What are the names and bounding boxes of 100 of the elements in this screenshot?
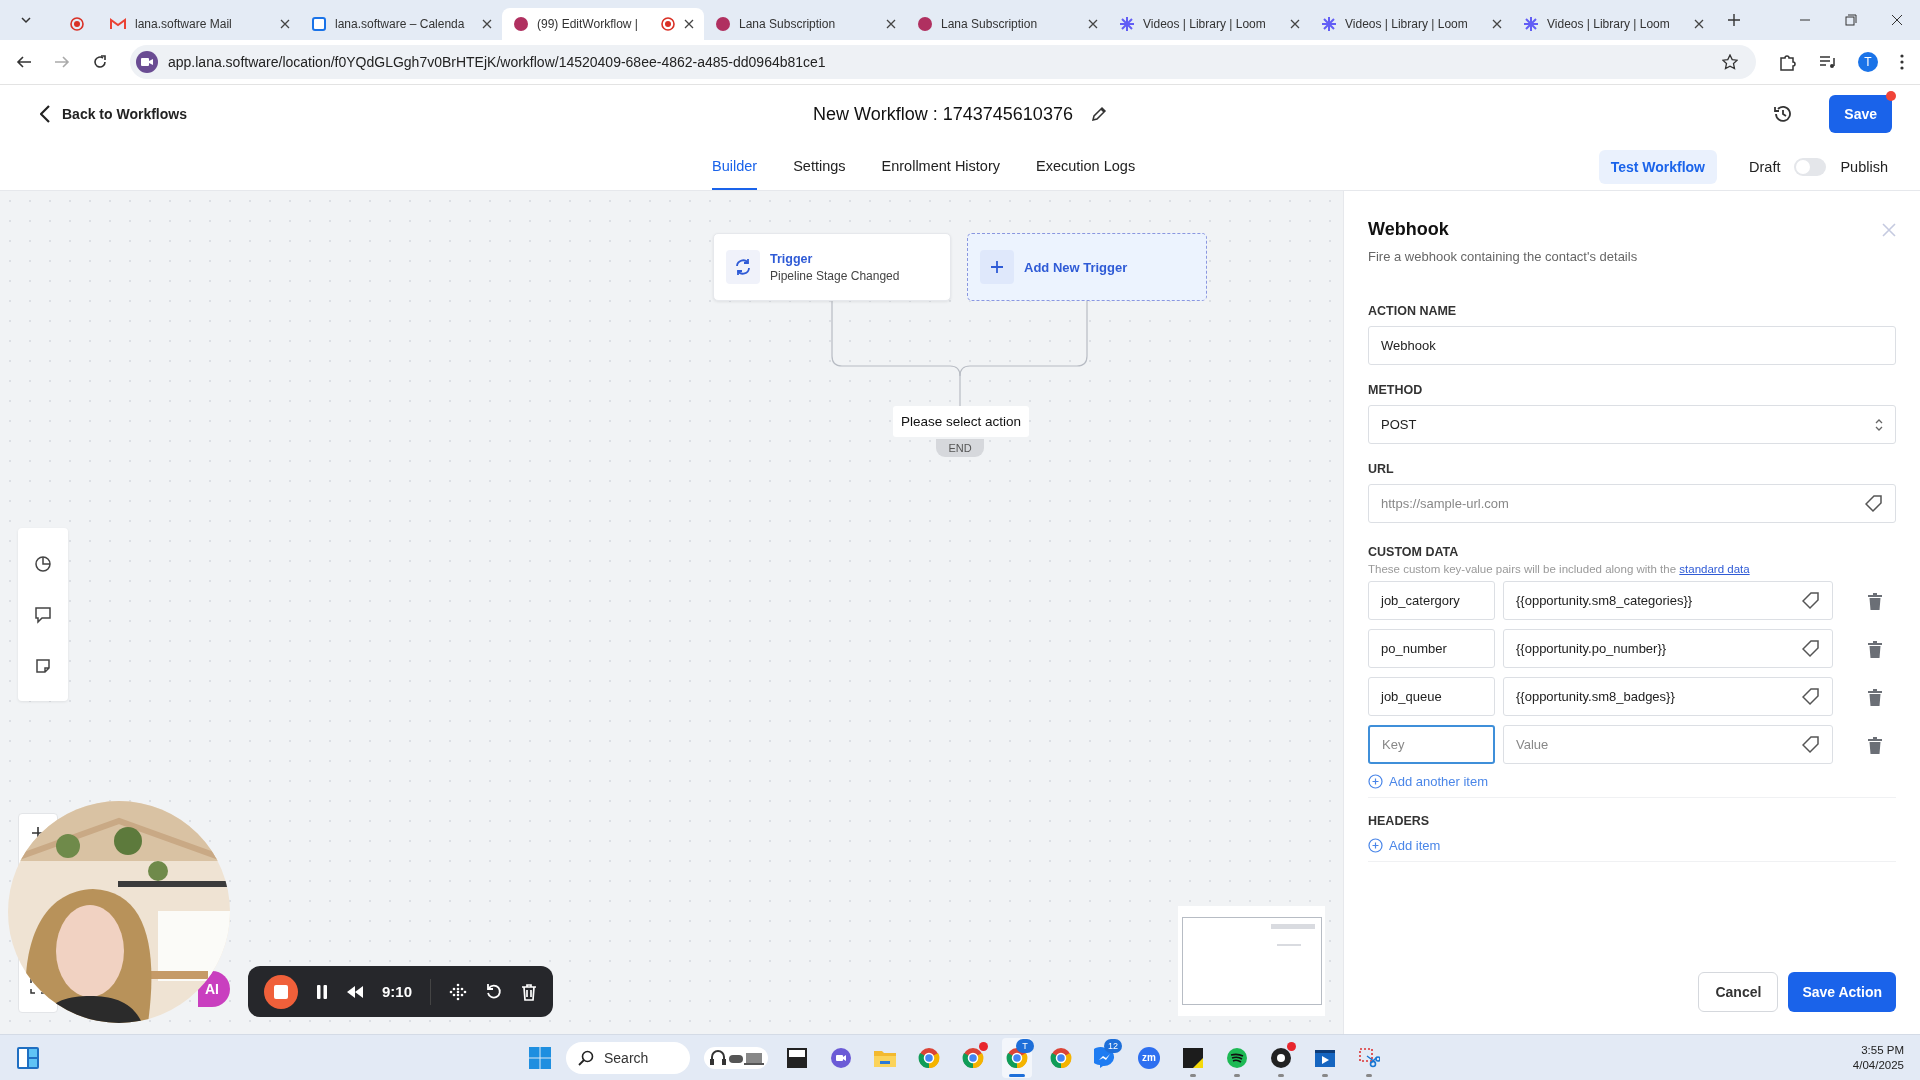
browser-tab[interactable]: Videos | Library | Loom <box>1108 8 1310 40</box>
tag-icon[interactable] <box>1865 494 1883 513</box>
trigger-card[interactable]: Trigger Pipeline Stage Changed <box>713 233 951 301</box>
custom-data-help: These custom key-value pairs will be included along with the standard data <box>1368 563 1751 575</box>
tab-title: Videos | Library | Loom <box>1547 17 1670 31</box>
close-icon[interactable] <box>684 19 694 29</box>
field-label: METHOD <box>1368 383 1424 397</box>
close-icon[interactable] <box>1088 19 1098 29</box>
tag-icon[interactable] <box>1802 735 1820 754</box>
value-field[interactable]: Value <box>1503 725 1833 764</box>
reload-icon[interactable] <box>92 54 108 70</box>
add-item-link[interactable]: Add item <box>1368 838 1441 853</box>
close-icon[interactable] <box>1290 19 1300 29</box>
tab-title: Lana Subscription <box>739 17 836 31</box>
history-icon[interactable] <box>1773 104 1794 124</box>
browser-tab[interactable]: (99) EditWorkflow | <box>502 8 704 40</box>
test-workflow-button[interactable]: Test Workflow <box>1598 149 1717 184</box>
key-field[interactable]: po_number <box>1368 629 1495 668</box>
workflow-title: New Workflow : 1743745610376 <box>813 103 1073 125</box>
trash-icon[interactable] <box>521 982 538 1001</box>
recording-time: 9:10 <box>382 983 413 1000</box>
tag-icon[interactable] <box>1802 591 1820 610</box>
tag-icon[interactable] <box>1802 687 1820 706</box>
pencil-icon[interactable] <box>1090 106 1107 122</box>
pie-chart-icon[interactable] <box>34 554 52 573</box>
taskbar-app[interactable]: 12 <box>1090 1037 1120 1078</box>
stop-button[interactable] <box>264 974 298 1009</box>
count-badge: T <box>1016 1038 1034 1053</box>
sticky-note-icon <box>1182 1046 1204 1069</box>
mail-icon <box>110 18 126 30</box>
circle-icon <box>716 17 730 31</box>
tab-title: Lana Subscription <box>941 17 1038 31</box>
tab-title: lana.software Mail <box>135 17 232 31</box>
bookmark-star-icon[interactable] <box>1722 54 1738 70</box>
cancel-button[interactable]: Cancel <box>1698 972 1779 1012</box>
key-field[interactable]: job_queue <box>1368 677 1495 716</box>
pause-icon[interactable] <box>316 983 328 1000</box>
value-field[interactable]: {{opportunity.sm8_categories}} <box>1503 581 1833 620</box>
value-field[interactable]: {{opportunity.po_number}} <box>1503 629 1833 668</box>
headset-and-gamepad-icon <box>704 1046 768 1069</box>
zm-app-icon: zm <box>1138 1046 1160 1069</box>
add-trigger-card[interactable]: Add New Trigger <box>967 233 1207 301</box>
profile-avatar[interactable]: T <box>1858 52 1878 72</box>
back-to-workflows-link[interactable]: Back to Workflows <box>40 105 187 123</box>
url-field[interactable]: https://sample-url.com <box>1368 484 1896 523</box>
puzzle-icon[interactable] <box>1778 53 1796 71</box>
restart-icon[interactable] <box>485 982 504 1001</box>
add-another-item-link[interactable]: Add another item <box>1368 774 1488 789</box>
close-icon[interactable] <box>1694 19 1704 29</box>
taskbar-app[interactable]: zm <box>1134 1037 1164 1078</box>
address-bar[interactable]: app.lana.software/location/f0YQdGLGgh7v0BrHTEjK/workflow/14520409-68ee-4862-a485-dd0964b81ce1 <box>130 45 1756 79</box>
tab-title: lana.software – Calenda <box>335 17 465 31</box>
method-select[interactable]: POST <box>1368 405 1896 444</box>
dot-grid-icon[interactable] <box>449 982 468 1001</box>
close-icon[interactable] <box>1492 19 1502 29</box>
panel-title: Webhook <box>1368 219 1449 240</box>
browser-tab[interactable]: Videos | Library | Loom <box>1512 8 1714 40</box>
star-icon <box>1322 17 1336 31</box>
field-label: ACTION NAME <box>1368 304 1458 318</box>
media-list-icon[interactable] <box>1818 53 1836 71</box>
action-name-field[interactable]: Webhook <box>1368 326 1896 365</box>
taskbar-app[interactable]: T <box>1002 1037 1032 1078</box>
restore-icon[interactable] <box>1845 14 1857 26</box>
kebab-menu-icon[interactable] <box>1900 54 1904 70</box>
nav-tab[interactable]: Execution Logs <box>1036 143 1136 190</box>
ring-icon <box>962 1046 984 1069</box>
field-label: URL <box>1368 462 1395 476</box>
tab-title: (99) EditWorkflow | <box>537 17 638 31</box>
key-field[interactable]: Key <box>1368 725 1495 764</box>
new-tab-icon[interactable] <box>1728 14 1740 26</box>
taskbar-search[interactable]: Search <box>566 1041 690 1074</box>
standard-data-link[interactable]: standard data <box>1679 563 1750 575</box>
select-action-prompt[interactable]: Please select action <box>893 406 1030 437</box>
close-icon[interactable] <box>886 19 896 29</box>
refresh-icon <box>734 258 752 276</box>
key-field[interactable]: job_catergory <box>1368 581 1495 620</box>
back-arrow-icon[interactable] <box>16 54 32 70</box>
browser-tab[interactable]: Lana Subscription <box>704 8 906 40</box>
save-action-button[interactable]: Save Action <box>1788 972 1896 1012</box>
close-icon[interactable] <box>482 19 492 29</box>
widgets-icon[interactable] <box>16 1045 40 1070</box>
rewind-icon[interactable] <box>346 984 364 999</box>
tab-list-icon[interactable] <box>20 14 32 26</box>
browser-tab[interactable]: lana.software Mail <box>98 8 300 40</box>
video-icon <box>136 51 158 73</box>
close-icon[interactable] <box>1891 14 1903 26</box>
value-field[interactable]: {{opportunity.sm8_badges}} <box>1503 677 1833 716</box>
browser-tab[interactable]: lana.software – Calenda <box>300 8 502 40</box>
browser-tab[interactable]: Videos | Library | Loom <box>1310 8 1512 40</box>
comment-icon[interactable] <box>34 606 52 625</box>
tag-icon[interactable] <box>1802 639 1820 658</box>
publish-label: Publish <box>1840 158 1888 175</box>
nav-tab[interactable]: Enrollment History <box>881 143 1000 190</box>
close-icon[interactable] <box>280 19 290 29</box>
nav-tab[interactable]: Settings <box>793 143 846 190</box>
chevron-left-icon <box>40 105 50 123</box>
start-icon[interactable] <box>528 1045 552 1070</box>
note-icon[interactable] <box>35 658 51 675</box>
publish-toggle[interactable] <box>1794 157 1827 176</box>
browser-tab[interactable]: Lana Subscription <box>906 8 1108 40</box>
